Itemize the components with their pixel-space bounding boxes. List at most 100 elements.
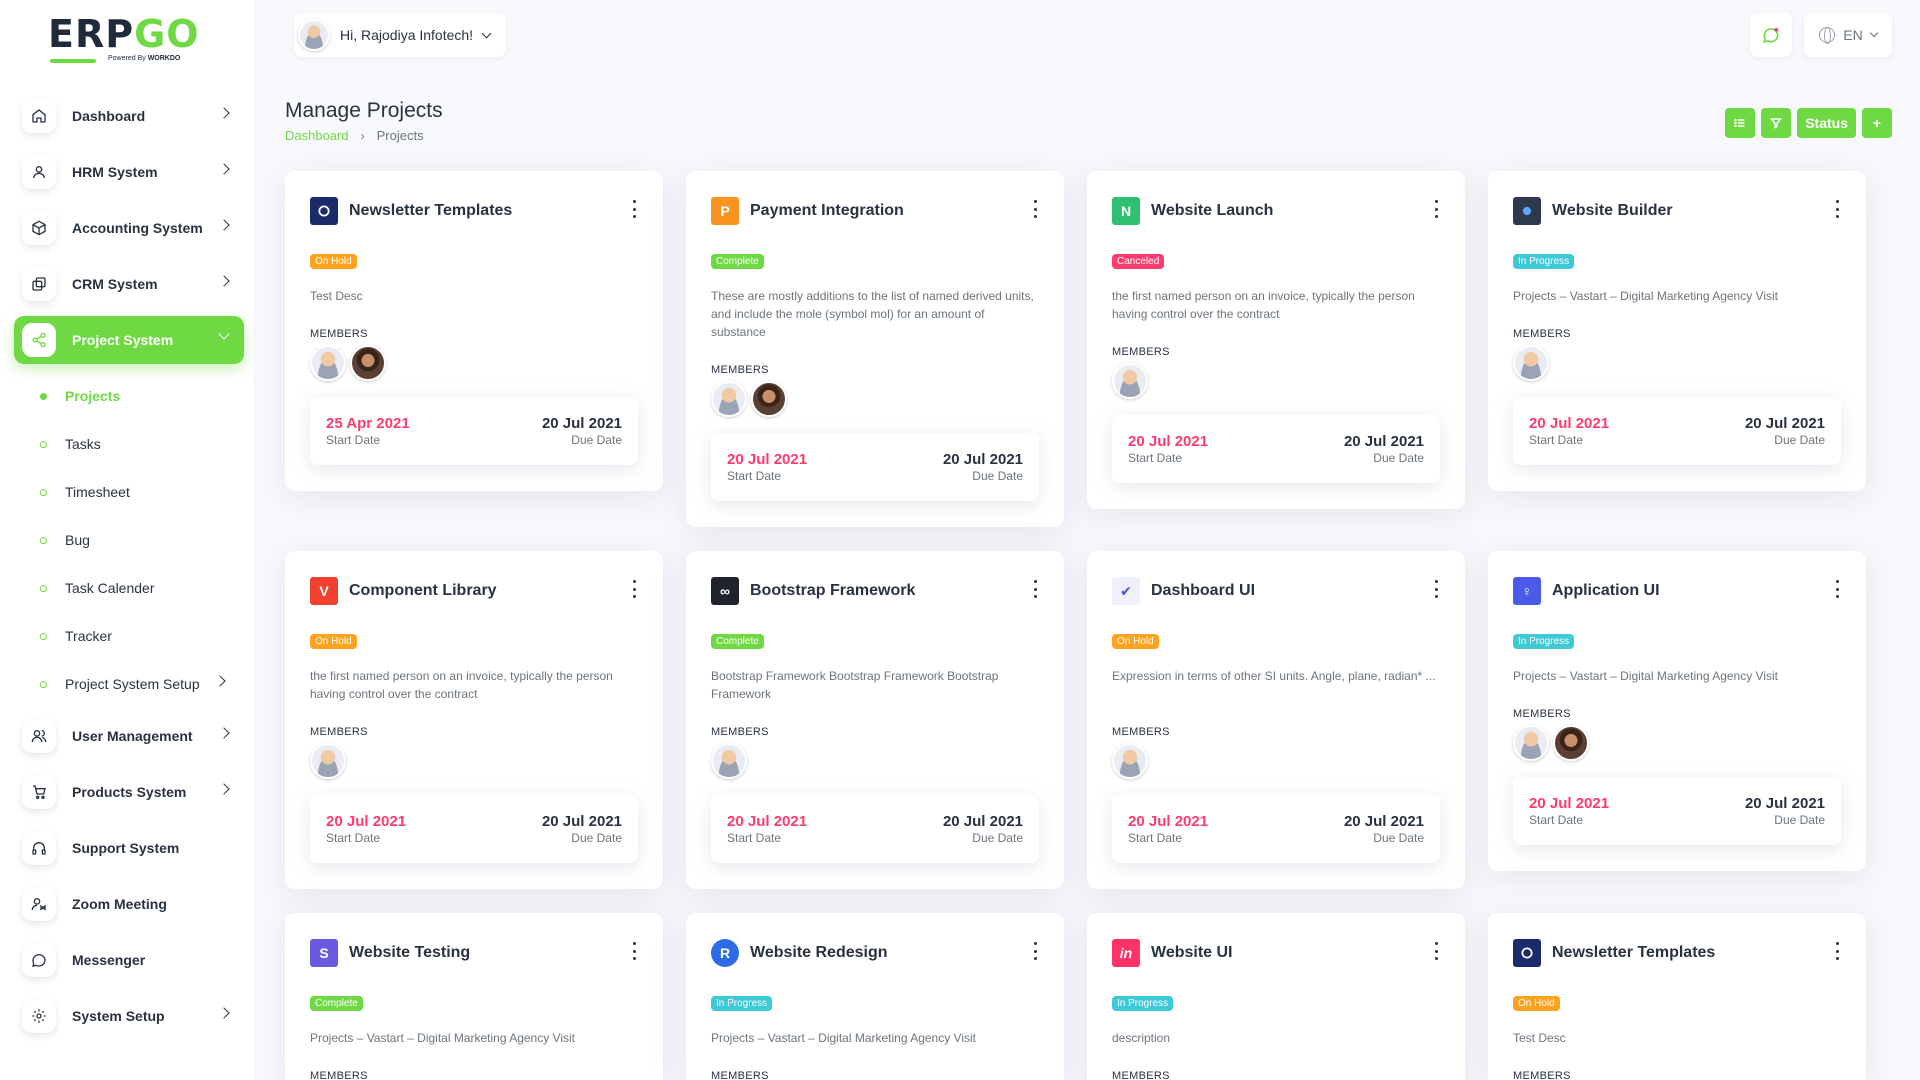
avatar[interactable]: [350, 345, 386, 381]
submenu-item-bug[interactable]: Bug: [14, 516, 244, 564]
project-name[interactable]: Bootstrap Framework: [750, 582, 915, 600]
submenu-item-task-calender[interactable]: Task Calender: [14, 564, 244, 612]
avatar[interactable]: [751, 381, 787, 417]
chat-icon: [1763, 27, 1779, 43]
kebab-menu-icon[interactable]: [631, 942, 637, 960]
avatar[interactable]: [310, 743, 346, 779]
project-name[interactable]: Website Redesign: [750, 944, 888, 962]
user-menu[interactable]: Hi, Rajodiya Infotech!: [294, 13, 506, 57]
members-list: [310, 345, 390, 381]
chevron-right-icon: ›: [360, 128, 365, 143]
start-date: 20 Jul 2021: [1128, 433, 1209, 450]
status-badge: In Progress: [1513, 634, 1575, 649]
avatar[interactable]: [310, 345, 346, 381]
list-icon: [1734, 118, 1745, 128]
add-project-button[interactable]: +: [1862, 108, 1892, 138]
members-list: [711, 381, 791, 417]
avatar[interactable]: [711, 381, 747, 417]
project-card: Newsletter Templates On Hold Test Desc M…: [285, 171, 663, 491]
filter-button[interactable]: [1761, 108, 1792, 138]
submenu-item-project-system-setup[interactable]: Project System Setup: [14, 660, 244, 708]
due-date: 20 Jul 2021: [1744, 415, 1825, 432]
kebab-menu-icon[interactable]: [1834, 580, 1840, 598]
kebab-menu-icon[interactable]: [1834, 200, 1840, 218]
project-dates: 20 Jul 2021 Start Date 20 Jul 2021 Due Dat…: [1112, 415, 1440, 483]
project-name[interactable]: Payment Integration: [750, 202, 904, 220]
sidebar-item-crm[interactable]: CRM System: [14, 260, 244, 308]
project-description: Test Desc: [310, 289, 363, 303]
breadcrumb-dashboard[interactable]: Dashboard: [285, 128, 349, 143]
kebab-menu-icon[interactable]: [1834, 942, 1840, 960]
breadcrumb: Dashboard › Projects: [285, 128, 424, 143]
kebab-menu-icon[interactable]: [1433, 200, 1439, 218]
submenu-item-projects[interactable]: Projects: [14, 372, 244, 420]
sidebar-item-project-system[interactable]: Project System: [14, 316, 244, 364]
project-card: P Payment Integration Complete These are…: [686, 171, 1064, 527]
avatar[interactable]: [1112, 743, 1148, 779]
kebab-menu-icon[interactable]: [631, 200, 637, 218]
kebab-menu-icon[interactable]: [1032, 580, 1038, 598]
project-name[interactable]: Website Builder: [1552, 202, 1673, 220]
due-date: 20 Jul 2021: [942, 813, 1023, 830]
sidebar-item-label: Products System: [72, 784, 187, 800]
project-logo-icon: ♀: [1513, 577, 1541, 605]
sidebar-item-label: Dashboard: [72, 108, 146, 124]
sidebar-item-zoom-meeting[interactable]: Zoom Meeting: [14, 880, 244, 928]
sidebar-item-label: Project System: [72, 332, 174, 348]
sidebar-item-dashboard[interactable]: Dashboard: [14, 92, 244, 140]
sidebar-item-support[interactable]: Support System: [14, 824, 244, 872]
list-view-button[interactable]: [1725, 108, 1756, 138]
sidebar-item-hrm[interactable]: HRM System: [14, 148, 244, 196]
kebab-menu-icon[interactable]: [1032, 200, 1038, 218]
submenu-item-label: Project System Setup: [65, 676, 200, 692]
sidebar-item-accounting[interactable]: Accounting System: [14, 204, 244, 252]
avatar[interactable]: [1513, 725, 1549, 761]
start-date-label: Start Date: [1128, 451, 1183, 465]
members-label: MEMBERS: [1513, 708, 1571, 720]
submenu-item-tasks[interactable]: Tasks: [14, 420, 244, 468]
start-date: 20 Jul 2021: [1128, 813, 1209, 830]
sidebar-item-system-setup[interactable]: System Setup: [14, 992, 244, 1040]
avatar[interactable]: [1553, 725, 1589, 761]
project-name[interactable]: Application UI: [1552, 582, 1660, 600]
language-selector[interactable]: EN: [1804, 13, 1892, 57]
sidebar-item-products[interactable]: Products System: [14, 768, 244, 816]
sidebar-item-user-management[interactable]: User Management: [14, 712, 244, 760]
kebab-menu-icon[interactable]: [1433, 942, 1439, 960]
share-icon: [22, 323, 56, 357]
project-name[interactable]: Website Launch: [1151, 202, 1273, 220]
start-date-label: Start Date: [1529, 813, 1584, 827]
project-name[interactable]: Website Testing: [349, 944, 470, 962]
members-label: MEMBERS: [711, 364, 769, 376]
submenu-item-tracker[interactable]: Tracker: [14, 612, 244, 660]
kebab-menu-icon[interactable]: [1433, 580, 1439, 598]
avatar[interactable]: [1112, 363, 1148, 399]
members-label: MEMBERS: [711, 726, 769, 738]
submenu-item-timesheet[interactable]: Timesheet: [14, 468, 244, 516]
kebab-menu-icon[interactable]: [1032, 942, 1038, 960]
project-name[interactable]: Dashboard UI: [1151, 582, 1255, 600]
status-badge: In Progress: [1112, 996, 1174, 1011]
project-name[interactable]: Component Library: [349, 582, 497, 600]
chevron-right-icon: [218, 275, 230, 287]
members-list: [1112, 743, 1152, 779]
project-name[interactable]: Newsletter Templates: [1552, 944, 1715, 962]
members-label: MEMBERS: [310, 726, 368, 738]
status-button[interactable]: Status: [1797, 108, 1856, 138]
avatar[interactable]: [1513, 345, 1549, 381]
project-name[interactable]: Website UI: [1151, 944, 1233, 962]
project-card: R Website Redesign In Progress Projects …: [686, 913, 1064, 1080]
project-card: ✔ Dashboard UI On Hold Expression in ter…: [1087, 551, 1465, 889]
avatar[interactable]: [711, 743, 747, 779]
due-date: 20 Jul 2021: [541, 813, 622, 830]
user-icon: [22, 155, 56, 189]
logo-powered-by: Powered By WORKDO: [108, 55, 181, 62]
project-dates: 20 Jul 2021 Start Date 20 Jul 2021 Due Dat…: [711, 795, 1039, 863]
status-badge: Complete: [310, 996, 363, 1011]
logo[interactable]: ERPGO Powered By WORKDO: [48, 14, 218, 66]
sidebar-item-messenger[interactable]: Messenger: [14, 936, 244, 984]
project-name[interactable]: Newsletter Templates: [349, 202, 512, 220]
kebab-menu-icon[interactable]: [631, 580, 637, 598]
sidebar-item-label: User Management: [72, 728, 193, 744]
chat-button[interactable]: [1750, 13, 1792, 57]
